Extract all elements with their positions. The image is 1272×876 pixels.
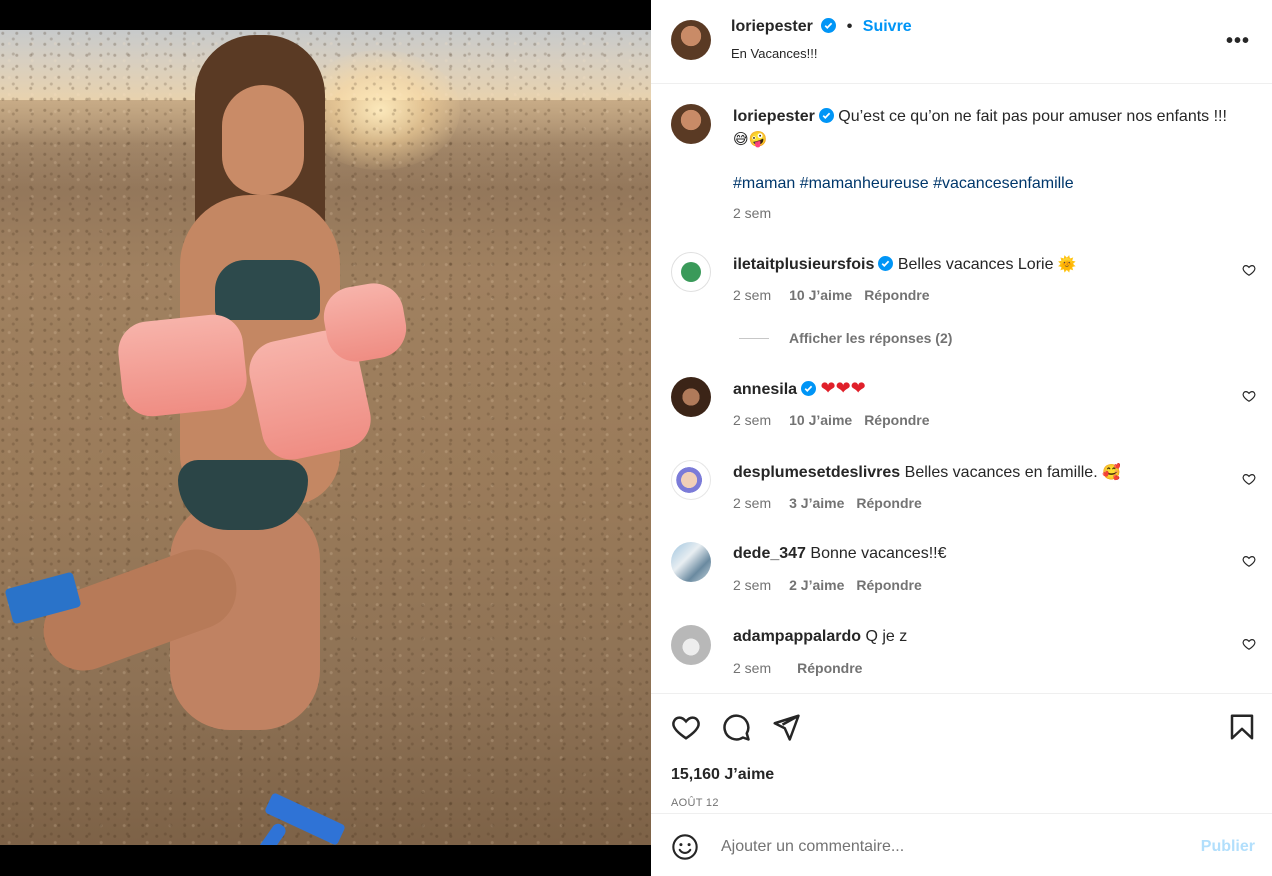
verified-badge-icon	[821, 18, 837, 33]
post-media[interactable]	[0, 0, 651, 876]
comment-emoji: 🥰	[1102, 463, 1121, 481]
comment-username[interactable]: dede_347	[733, 545, 806, 562]
caption-username[interactable]: loriepester	[733, 108, 815, 125]
comment-meta: 2 sem Répondre	[733, 660, 862, 676]
photo-person-face	[222, 85, 304, 195]
post-photo[interactable]	[0, 30, 651, 845]
avatar-logo-icon	[681, 262, 701, 282]
author-avatar[interactable]	[671, 20, 711, 60]
follow-button[interactable]: Suivre	[863, 18, 912, 35]
caption: loriepester Qu’est ce qu’on ne fait pas …	[733, 106, 1233, 151]
caption-emojis: 😅🤪	[733, 130, 768, 148]
show-replies-label: Afficher les réponses (2)	[789, 330, 953, 346]
author-line: loriepester • Suivre	[731, 18, 912, 36]
author-username[interactable]: loriepester	[731, 18, 813, 35]
like-heart-icon[interactable]	[671, 712, 701, 742]
comment-emoji: ❤❤❤	[820, 378, 866, 399]
like-comment-heart-icon[interactable]	[1242, 472, 1256, 486]
comment-username[interactable]: iletaitplusieursfois	[733, 256, 874, 273]
comment-input[interactable]	[721, 834, 1161, 860]
verified-badge-icon	[878, 256, 894, 271]
photo-swimsuit-top	[215, 260, 320, 320]
comment-item: iletaitplusieursfois Belles vacances Lor…	[733, 253, 1233, 276]
comment-likes[interactable]: 3 J’aime	[789, 495, 844, 511]
separator-dot: •	[846, 18, 853, 35]
comment-text: Bonne vacances!!€	[810, 545, 947, 562]
comment-avatar[interactable]	[671, 252, 711, 292]
comment-item: adampappalardo Q je z	[733, 626, 1233, 648]
comment-username[interactable]: adampappalardo	[733, 628, 861, 645]
comment-meta: 2 sem 10 J’aime Répondre	[733, 287, 930, 303]
caption-hashtags[interactable]: #maman #mamanheureuse #vacancesenfamille	[733, 173, 1233, 195]
emoji-smiley-icon[interactable]	[671, 833, 699, 861]
verified-badge-icon	[801, 381, 817, 396]
comment-username[interactable]: annesila	[733, 381, 797, 398]
like-comment-heart-icon[interactable]	[1242, 263, 1256, 277]
comment-item: desplumesetdeslivres Belles vacances en …	[733, 461, 1233, 484]
show-replies-button[interactable]: Afficher les réponses (2)	[739, 330, 952, 346]
reply-button[interactable]: Répondre	[856, 495, 921, 511]
comment-meta: 2 sem 10 J’aime Répondre	[733, 412, 930, 428]
comment-emoji: 🌞	[1057, 255, 1077, 273]
comment-meta: 2 sem 3 J’aime Répondre	[733, 495, 922, 511]
post-location[interactable]: En Vacances!!!	[731, 46, 817, 61]
comment-username[interactable]: desplumesetdeslivres	[733, 464, 900, 481]
reply-button[interactable]: Répondre	[856, 577, 921, 593]
comment-time: 2 sem	[733, 495, 772, 511]
photo-armband-left	[115, 311, 250, 420]
save-bookmark-icon[interactable]	[1227, 712, 1257, 742]
comment-likes[interactable]: 10 J’aime	[789, 287, 852, 303]
comment-text: Belles vacances Lorie	[897, 256, 1054, 273]
post-side-panel: loriepester • Suivre En Vacances!!! ••• …	[651, 0, 1272, 876]
comment-time: 2 sem	[733, 412, 772, 428]
like-comment-heart-icon[interactable]	[1242, 389, 1256, 403]
comment-avatar[interactable]	[671, 460, 711, 500]
replies-divider	[739, 337, 769, 339]
caption-text: Qu’est ce qu’on ne fait pas pour amuser …	[838, 108, 1227, 125]
add-comment-bar: Publier	[651, 813, 1272, 876]
comment-avatar[interactable]	[671, 377, 711, 417]
comment-time: 2 sem	[733, 577, 772, 593]
comment-time: 2 sem	[733, 660, 772, 676]
comment-avatar[interactable]	[671, 542, 711, 582]
comment-text: Belles vacances en famille.	[904, 464, 1098, 481]
reply-button[interactable]: Répondre	[797, 660, 862, 676]
caption-author-avatar[interactable]	[671, 104, 711, 144]
comment-likes[interactable]: 2 J’aime	[789, 577, 844, 593]
comment-avatar[interactable]	[671, 625, 711, 665]
reply-button[interactable]: Répondre	[864, 412, 929, 428]
comment-likes[interactable]: 10 J’aime	[789, 412, 852, 428]
comment-text: Q je z	[865, 628, 908, 645]
like-comment-heart-icon[interactable]	[1242, 637, 1256, 651]
comment-meta: 2 sem 2 J’aime Répondre	[733, 577, 922, 593]
comment-item: annesila ❤❤❤	[733, 378, 1233, 401]
comment-time: 2 sem	[733, 287, 772, 303]
reply-button[interactable]: Répondre	[864, 287, 929, 303]
share-send-icon[interactable]	[771, 712, 801, 742]
post-header: loriepester • Suivre En Vacances!!! •••	[651, 0, 1272, 84]
comment-item: dede_347 Bonne vacances!!€	[733, 543, 1233, 565]
caption-time: 2 sem	[733, 205, 772, 221]
post-date: AOÛT 12	[671, 797, 719, 809]
photo-swimsuit-bottom	[178, 460, 308, 530]
publish-button[interactable]: Publier	[1201, 838, 1255, 856]
like-count[interactable]: 15,160 J’aime	[671, 766, 774, 784]
comment-bubble-icon[interactable]	[721, 712, 751, 742]
more-options-icon[interactable]: •••	[1226, 30, 1250, 53]
verified-badge-icon	[818, 108, 834, 123]
post-actions: 15,160 J’aime AOÛT 12	[651, 693, 1272, 813]
like-comment-heart-icon[interactable]	[1242, 554, 1256, 568]
